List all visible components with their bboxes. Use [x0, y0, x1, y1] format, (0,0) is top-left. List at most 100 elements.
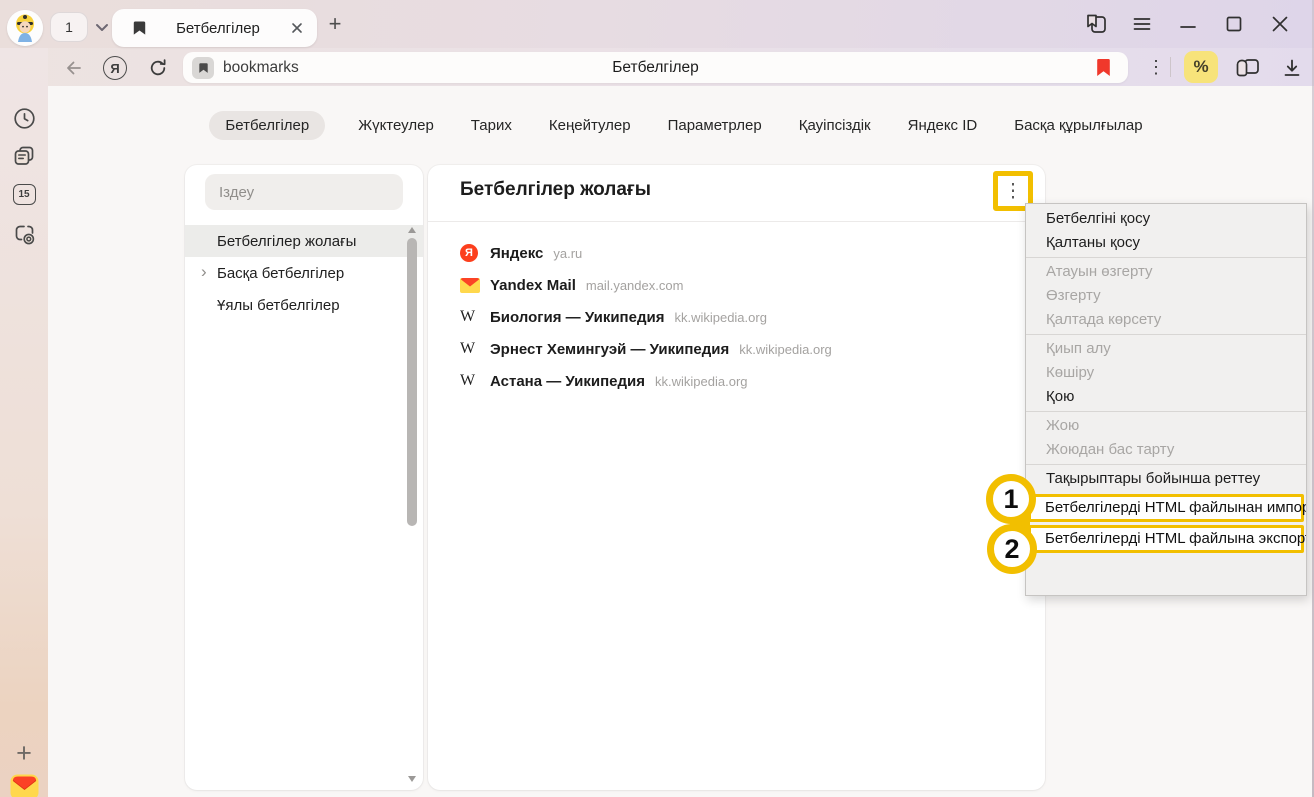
folder-more-menu-button[interactable]: ⋮ [1004, 182, 1023, 201]
nav-tab[interactable]: Яндекс ID [904, 111, 982, 140]
menu-divider [1026, 411, 1306, 412]
downloads-icon[interactable] [1280, 56, 1304, 80]
mail-favicon [460, 278, 480, 293]
bookmark-url: kk.wikipedia.org [655, 374, 748, 389]
yandex-home-icon[interactable]: Я [103, 56, 127, 80]
chevron-right-icon[interactable]: › [201, 262, 207, 282]
tab-close-icon[interactable] [289, 20, 305, 36]
reload-icon[interactable] [146, 56, 170, 80]
toolbar-separator [1170, 57, 1171, 77]
folder-title: Бетбелгілер жолағы [460, 179, 651, 201]
minimize-icon[interactable] [1176, 12, 1200, 36]
scrollbar-thumb[interactable] [407, 238, 417, 526]
left-sidebar-rail: 15 + [0, 48, 48, 797]
side-panel-icon[interactable] [1084, 12, 1108, 36]
feed-notes-icon[interactable] [0, 144, 48, 168]
bookmark-row[interactable]: WЭрнест Хемингуэй — Уикипедияkk.wikipedi… [428, 333, 1045, 365]
menu-item[interactable]: Қалтаны қосу [1026, 231, 1306, 255]
menu-item: Көшіру [1026, 361, 1306, 385]
bookmark-row[interactable]: Yandex Mail mail.yandex.com [428, 269, 1045, 301]
bookmark-row[interactable]: WАстана — Уикипедияkk.wikipedia.org [428, 365, 1045, 397]
nav-tab[interactable]: Басқа құрылғылар [1010, 111, 1146, 140]
address-page-title: Бетбелгілер [183, 59, 1128, 77]
nav-tab[interactable]: Жүктеулер [354, 111, 438, 140]
bookmark-row[interactable]: WБиология — Уикипедияkk.wikipedia.org [428, 301, 1045, 333]
bookmark-url: mail.yandex.com [586, 278, 684, 293]
header-divider [428, 221, 1045, 222]
nav-tab[interactable]: Параметрлер [664, 111, 766, 140]
history-clock-icon[interactable] [0, 106, 48, 130]
tab-list-chevron-down-icon[interactable] [92, 17, 112, 37]
new-tab-button[interactable]: + [324, 14, 346, 36]
bookmark-favicon-wrap: W [460, 340, 490, 358]
collections-icon[interactable] [1234, 56, 1262, 80]
sidebar-scrollbar[interactable] [406, 225, 418, 784]
calendar-day-label: 15 [13, 184, 36, 205]
menu-item[interactable]: Қою [1026, 385, 1306, 409]
bookmarks-main-panel: Бетбелгілер жолағы ⋮ Я Яндекс ya.ru Yandex … [428, 165, 1045, 790]
toolbar-more-icon[interactable]: ⋮ [1146, 55, 1166, 79]
menu-item[interactable]: Бетбелгіні қосу [1026, 207, 1306, 231]
bookmark-list: Я Яндекс ya.ru Yandex Mail mail.yandex.com WБ… [428, 237, 1045, 397]
menu-item-highlight-1[interactable]: Бетбелгілерді HTML файлынан импорттау [1028, 494, 1304, 522]
active-tab[interactable]: Бетбелгілер [112, 9, 317, 47]
tab-title: Бетбелгілер [147, 20, 289, 37]
search-input[interactable] [205, 174, 403, 210]
menu-item: Қалтада көрсету [1026, 308, 1306, 332]
bookmark-url: kk.wikipedia.org [674, 310, 767, 325]
wikipedia-favicon: W [460, 308, 475, 326]
sidebar-folder-item[interactable]: Ұялы бетбелгілер [185, 289, 423, 321]
avatar-girl-illustration [7, 10, 43, 46]
address-bar[interactable]: bookmarks Бетбелгілер [183, 52, 1128, 83]
menu-divider [1026, 334, 1306, 335]
wikipedia-favicon: W [460, 372, 475, 390]
profile-avatar[interactable] [7, 10, 43, 46]
maximize-icon[interactable] [1222, 12, 1246, 36]
nav-tab-active[interactable]: Бетбелгілер [209, 111, 325, 140]
folder-list: Бетбелгілер жолағы › Басқа бетбелгілер Ұялы… [185, 225, 423, 321]
tab-counter-button[interactable]: 1 [50, 12, 88, 42]
scroll-down-icon[interactable] [408, 776, 416, 782]
callout-1: 1 [986, 474, 1036, 524]
folders-sidebar-panel: Бетбелгілер жолағы › Басқа бетбелгілер Ұялы… [185, 165, 423, 790]
bookmark-row[interactable]: Я Яндекс ya.ru [428, 237, 1045, 269]
context-menu: Бетбелгіні қосуҚалтаны қосу Атауын өзгерт… [1025, 203, 1307, 596]
browser-menu-icon[interactable] [1130, 12, 1154, 36]
yandex-favicon: Я [460, 244, 478, 262]
close-window-icon[interactable] [1268, 12, 1292, 36]
menu-item: Атауын өзгерту [1026, 260, 1306, 284]
rail-add-icon[interactable]: + [0, 740, 48, 766]
scroll-up-icon[interactable] [408, 227, 416, 233]
back-icon[interactable] [62, 56, 86, 80]
bookmark-favicon-wrap: Я [460, 244, 490, 262]
bookmark-favicon-wrap: W [460, 308, 490, 326]
manager-nav-tabs: Бетбелгілер Жүктеулер Тарих Кеңейтулер Парам… [178, 110, 1178, 140]
menu-item[interactable]: Тақырыптары бойынша реттеу [1026, 467, 1306, 491]
wikipedia-favicon: W [460, 340, 475, 358]
url-text: bookmarks [223, 59, 299, 77]
sidebar-folder-item[interactable]: Бетбелгілер жолағы [185, 225, 423, 257]
calendar-icon[interactable]: 15 [0, 183, 48, 205]
tab-strip: 1 Бетбелгілер + [0, 0, 1314, 48]
menu-item: Өзгерту [1026, 284, 1306, 308]
bookmark-url: ya.ru [553, 246, 582, 261]
nav-tab[interactable]: Қауіпсіздік [795, 111, 875, 140]
bookmark-flag-icon[interactable] [1096, 58, 1111, 77]
menu-item: Жоюдан бас тарту [1026, 438, 1306, 462]
yandex-mail-app-icon[interactable] [0, 773, 48, 797]
bookmark-title: Яндекс [490, 245, 543, 262]
sidebar-folder-item[interactable]: › Басқа бетбелгілер [185, 257, 423, 289]
bookmark-favicon-wrap: W [460, 372, 490, 390]
menu-divider [1026, 257, 1306, 258]
percent-badge-icon[interactable]: % [1184, 51, 1218, 83]
toolbar: Я bookmarks Бетбелгілер ⋮ % [48, 48, 1314, 86]
folder-label: Бетбелгілер жолағы [217, 233, 356, 250]
screenshot-icon[interactable] [0, 221, 48, 247]
nav-tab[interactable]: Кеңейтулер [545, 111, 635, 140]
menu-item-highlight-2[interactable]: Бетбелгілерді HTML файлына экспорттау [1028, 525, 1304, 553]
nav-tab[interactable]: Тарих [467, 111, 516, 140]
folder-label: Басқа бетбелгілер [217, 265, 344, 282]
bookmark-title: Эрнест Хемингуэй — Уикипедия [490, 341, 729, 358]
bookmark-title: Yandex Mail [490, 277, 576, 294]
window-chrome: 1 Бетбелгілер + [0, 0, 1314, 86]
